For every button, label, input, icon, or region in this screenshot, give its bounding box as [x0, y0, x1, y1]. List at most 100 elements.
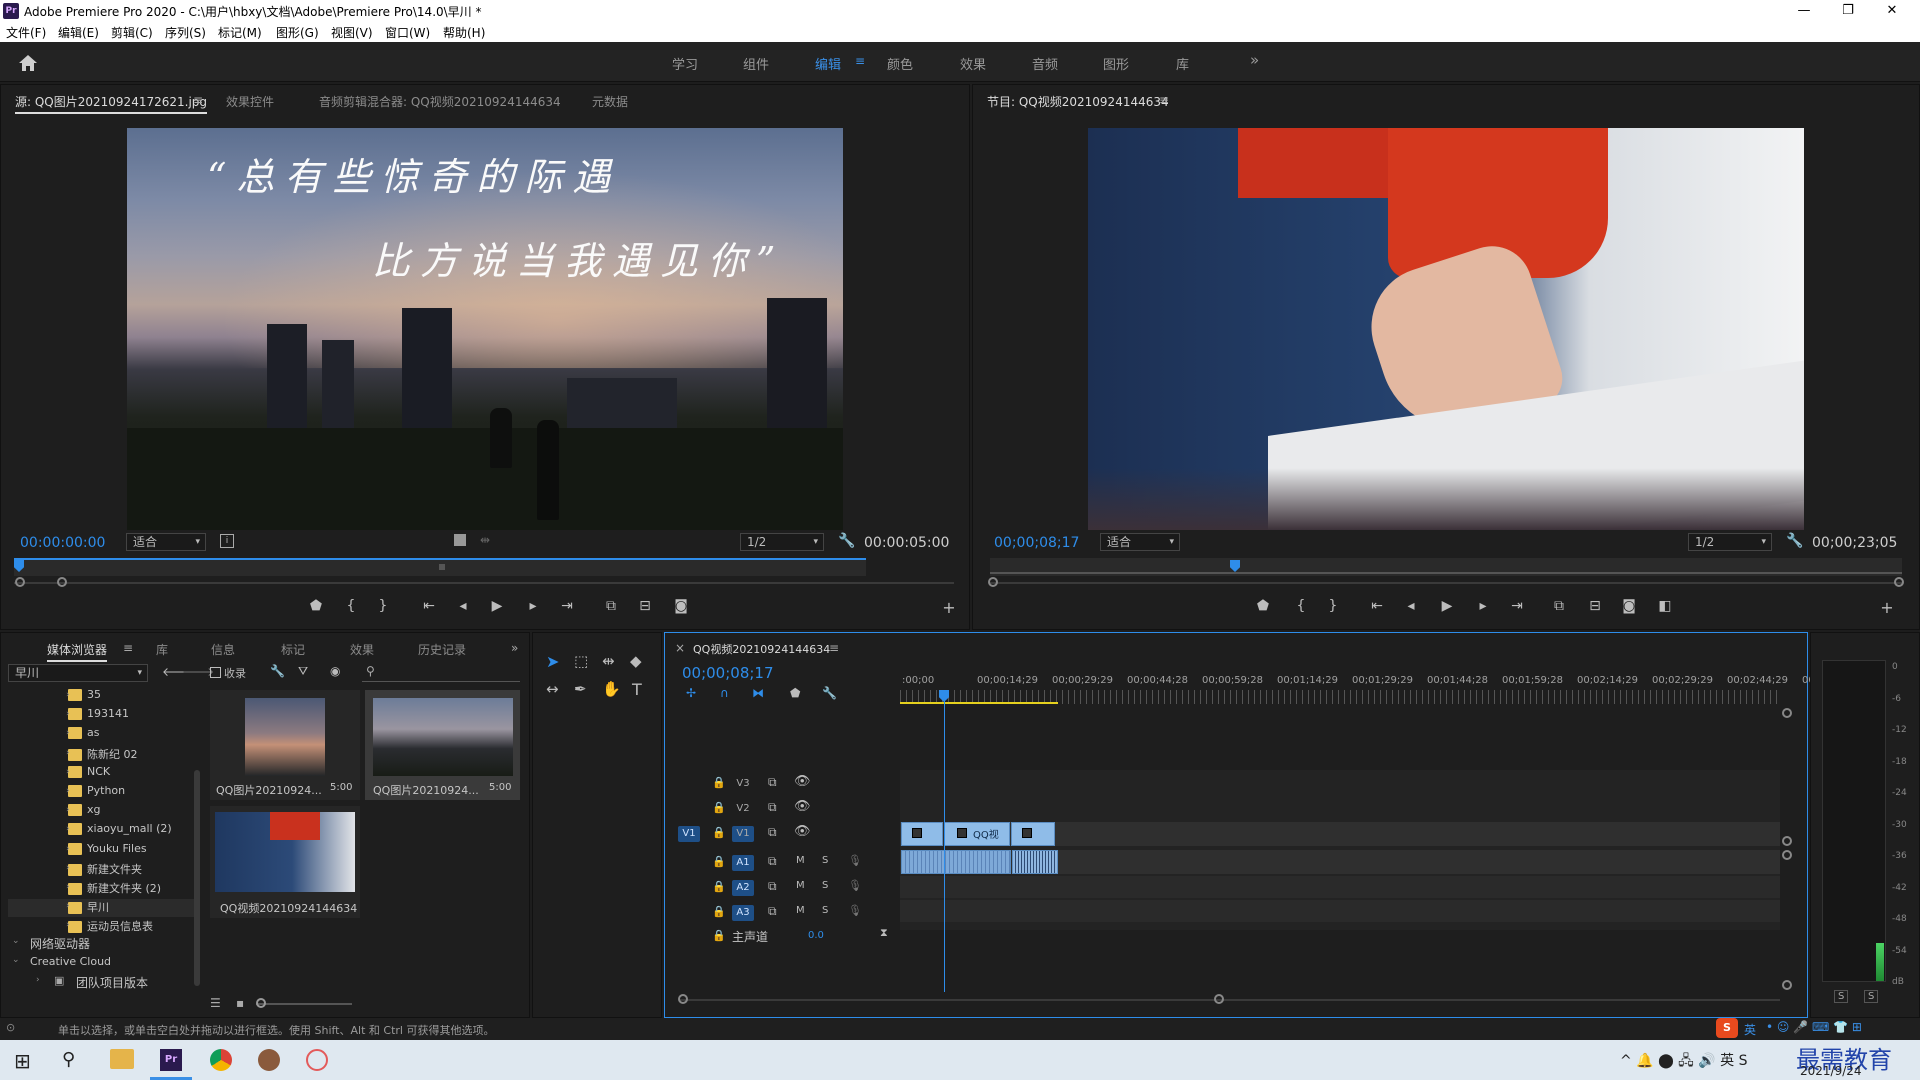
media-thumbnail[interactable]: QQ图片20210924... 5:00	[210, 690, 360, 800]
maximize-button[interactable]: ❐	[1826, 0, 1870, 22]
go-to-in-icon[interactable]: ⇤	[1366, 598, 1388, 614]
zoom-handle-left[interactable]	[678, 994, 688, 1004]
sync-lock-icon[interactable]: ⧉	[768, 879, 777, 894]
source-scrubber[interactable]	[14, 558, 866, 576]
program-resolution-select[interactable]: 1/2 ▾	[1688, 533, 1772, 551]
folder-item[interactable]: › 新建文件夹	[66, 861, 142, 879]
zoom-handle-right[interactable]	[57, 577, 67, 587]
folder-item[interactable]: › xg	[66, 803, 101, 821]
wrench-icon[interactable]: 🔧	[822, 686, 837, 700]
workspace-color[interactable]: 颜色	[887, 54, 913, 73]
chevron-right-icon[interactable]: ›	[66, 805, 70, 815]
clip-icon[interactable]	[454, 534, 466, 546]
ime-toolbar-icons[interactable]: • ☺ 🎤 ⌨ 👕 ⊞	[1766, 1020, 1862, 1034]
add-button-icon[interactable]: +	[1876, 598, 1898, 617]
program-zoom-bar[interactable]	[990, 582, 1902, 584]
close-tab-icon[interactable]: ×	[675, 641, 685, 655]
zoom-slider-handle[interactable]	[256, 998, 266, 1008]
source-zoom-bar[interactable]	[14, 582, 954, 584]
mark-out-icon[interactable]: }	[372, 598, 394, 614]
step-back-icon[interactable]: ◂	[1400, 598, 1422, 614]
sync-lock-icon[interactable]: ⧉	[768, 775, 777, 790]
video-track-header[interactable]: 🔒 V3 ⧉ 👁	[670, 774, 900, 796]
workspace-libraries[interactable]: 库	[1176, 54, 1189, 73]
settings-frame-icon[interactable]: i	[220, 534, 234, 548]
zoom-handle-right[interactable]	[1214, 994, 1224, 1004]
chevron-right-icon[interactable]: ›	[66, 844, 70, 854]
premiere-taskbar-icon[interactable]: Pr	[160, 1049, 182, 1071]
workspace-menu-icon[interactable]: ≡	[855, 54, 865, 68]
chevron-down-icon[interactable]: ⌄	[12, 955, 20, 965]
overwrite-icon[interactable]: ⊟	[634, 598, 656, 614]
snap-icon[interactable]: ∩	[720, 686, 729, 700]
search-icon[interactable]: ⚲	[62, 1049, 75, 1070]
lift-icon[interactable]: ⧉	[1548, 598, 1570, 614]
network-drives[interactable]: 网络驱动器	[30, 935, 90, 952]
timeline-clip[interactable]	[901, 822, 943, 846]
timeline-timecode[interactable]: 00;00;08;17	[682, 664, 774, 682]
vertical-zoom-handle[interactable]	[1782, 708, 1792, 718]
windows-start-icon[interactable]: ⊞	[14, 1049, 31, 1073]
hand-tool-icon[interactable]: ✋	[602, 680, 621, 698]
chevron-down-icon[interactable]: ⌄	[12, 936, 20, 946]
selection-tool-icon[interactable]: ➤	[546, 652, 559, 671]
tab-source-menu-icon[interactable]: ≡	[193, 93, 203, 107]
add-marker-icon[interactable]: ⬟	[790, 686, 800, 700]
tab-effect-controls[interactable]: 效果控件	[226, 93, 274, 110]
step-back-icon[interactable]: ◂	[452, 598, 474, 614]
solo-right-button[interactable]: S	[1864, 990, 1879, 1003]
solo-button[interactable]: S	[822, 855, 828, 866]
tab-sequence-menu-icon[interactable]: ≡	[829, 641, 839, 655]
tree-scrollbar[interactable]	[194, 770, 200, 986]
track-target-button[interactable]: A2	[732, 880, 754, 896]
timeline-playhead-line[interactable]	[944, 692, 945, 992]
lock-icon[interactable]: 🔒	[712, 826, 726, 839]
menu-clip[interactable]: 剪辑(C)	[111, 24, 153, 41]
audio-track-header[interactable]: 🔒 A2 ⧉ M S 🎙	[670, 878, 900, 900]
extract-icon[interactable]: ⊟	[1584, 598, 1606, 614]
tab-info[interactable]: 信息	[211, 641, 235, 658]
audio-track-header[interactable]: 🔒 A3 ⧉ M S 🎙	[670, 903, 900, 925]
menu-file[interactable]: 文件(F)	[6, 24, 46, 41]
workspace-learn[interactable]: 学习	[672, 54, 698, 73]
tab-audio-clip-mixer[interactable]: 音频剪辑混合器: QQ视频20210924144634	[319, 93, 561, 110]
go-to-out-icon[interactable]: ⇥	[556, 598, 578, 614]
chevron-right-icon[interactable]: ›	[66, 863, 70, 873]
vertical-zoom-handle[interactable]	[1782, 836, 1792, 846]
add-marker-icon[interactable]: ⬟	[305, 598, 327, 614]
eye-icon[interactable]: 👁	[794, 799, 811, 814]
lock-icon[interactable]: 🔒	[712, 929, 726, 942]
folder-item[interactable]: › 35	[66, 688, 101, 706]
home-icon[interactable]	[18, 54, 38, 72]
microphone-icon[interactable]: 🎙	[848, 904, 862, 917]
source-timecode[interactable]: 00:00:00:00	[20, 535, 105, 551]
solo-button[interactable]: S	[822, 880, 828, 891]
mute-button[interactable]: M	[796, 905, 805, 916]
ime-language[interactable]: 英	[1744, 1021, 1756, 1038]
track-target-button[interactable]: A1	[732, 855, 754, 871]
play-icon[interactable]: ▶	[1436, 598, 1458, 614]
track-target-button[interactable]: V3	[732, 776, 754, 792]
workspace-effects[interactable]: 效果	[960, 54, 986, 73]
microphone-icon[interactable]: 🎙	[848, 879, 862, 892]
chevron-right-icon[interactable]: ›	[66, 786, 70, 796]
menu-sequence[interactable]: 序列(S)	[165, 24, 206, 41]
chevron-right-icon[interactable]: ›	[66, 748, 70, 758]
lock-icon[interactable]: 🔒	[712, 905, 726, 918]
tab-history[interactable]: 历史记录	[418, 641, 466, 658]
zoom-handle-right[interactable]	[1894, 577, 1904, 587]
eye-icon[interactable]: 👁	[794, 774, 811, 789]
list-view-icon[interactable]: ☰	[210, 996, 221, 1010]
wrench-icon[interactable]: 🔧	[270, 664, 285, 678]
team-projects[interactable]: 团队项目版本	[76, 974, 148, 991]
type-tool-icon[interactable]: T	[632, 680, 642, 699]
file-explorer-icon[interactable]	[110, 1049, 134, 1069]
tab-markers[interactable]: 标记	[281, 641, 305, 658]
linked-selection-icon[interactable]: ⧓	[752, 686, 764, 700]
track-select-tool-icon[interactable]: ⬚	[574, 652, 588, 670]
ime-logo-icon[interactable]: S	[1716, 1018, 1738, 1038]
pen-tool-icon[interactable]: ✒	[574, 680, 587, 698]
audio-clip[interactable]	[901, 850, 1011, 874]
search-input[interactable]: ⚲	[362, 662, 520, 682]
zoom-handle-left[interactable]	[988, 577, 998, 587]
